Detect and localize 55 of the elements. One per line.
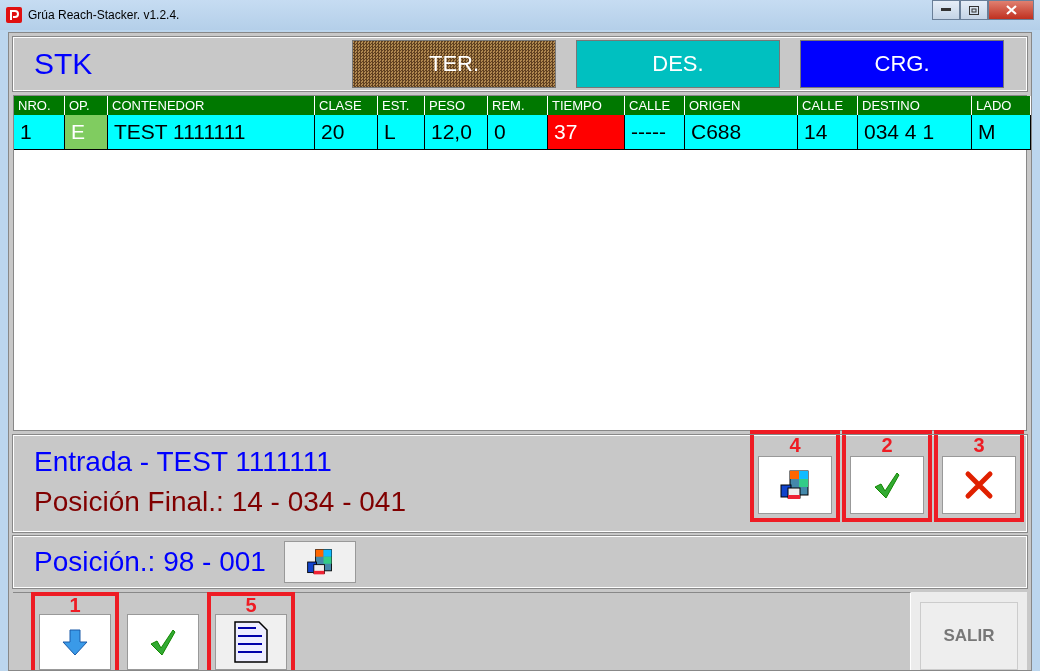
blocks-button[interactable] — [283, 541, 356, 583]
column-header: LADO — [972, 96, 1031, 115]
blocks-button[interactable] — [758, 456, 832, 514]
table-cell: ----- — [625, 115, 685, 150]
close-icon — [964, 470, 994, 500]
table-cell: 14 — [798, 115, 858, 150]
check-button[interactable] — [850, 456, 924, 514]
down-button[interactable] — [39, 614, 111, 670]
column-header: PESO — [425, 96, 488, 115]
minimize-icon — [941, 8, 951, 12]
header-label: STK — [34, 47, 93, 81]
callout-number: 2 — [881, 434, 893, 456]
table-cell: 12,0 — [425, 115, 488, 150]
column-header: TIEMPO — [548, 96, 625, 115]
cross-button[interactable] — [942, 456, 1016, 514]
maximize-icon — [969, 5, 979, 15]
cube-blocks-icon — [778, 468, 812, 502]
table-cell: E — [65, 115, 108, 150]
column-header: CALLE — [798, 96, 858, 115]
table-cell: TEST 1111111 — [108, 115, 315, 150]
column-header: ORIGEN — [685, 96, 798, 115]
table-cell: C688 — [685, 115, 798, 150]
window-title: Grúa Reach-Stacker. v1.2.4. — [28, 8, 180, 22]
binary-button[interactable] — [215, 614, 287, 670]
table-cell: 20 — [315, 115, 378, 150]
entry-text: Entrada - TEST 1111111 — [34, 446, 333, 478]
table-cell: 1 — [14, 115, 65, 150]
callout-number: 4 — [789, 434, 801, 456]
position-text: Posición.: 98 - 001 — [34, 546, 266, 578]
column-header: OP. — [65, 96, 108, 115]
table-cell: 37 — [548, 115, 625, 150]
column-header: CONTENEDOR — [108, 96, 315, 115]
column-header: CALLE — [625, 96, 685, 115]
close-button[interactable] — [988, 0, 1034, 20]
close-icon — [1005, 5, 1017, 15]
minimize-button[interactable] — [932, 0, 960, 20]
table-cell: 034 4 1 — [858, 115, 972, 150]
callout-number: 5 — [245, 596, 257, 614]
column-header: DESTINO — [858, 96, 972, 115]
exit-button[interactable]: SALIR — [920, 602, 1018, 670]
down-arrow-icon — [60, 627, 90, 657]
check-button[interactable] — [127, 614, 199, 670]
table-cell: M — [972, 115, 1031, 150]
callout-number: 1 — [69, 596, 81, 614]
maximize-button[interactable] — [960, 0, 988, 20]
callout-number: 3 — [973, 434, 985, 456]
table-cell: L — [378, 115, 425, 150]
mode-button[interactable]: CRG. — [800, 40, 1004, 88]
column-header: EST. — [378, 96, 425, 115]
app-icon — [6, 7, 22, 23]
column-header: REM. — [488, 96, 548, 115]
column-header: CLASE — [315, 96, 378, 115]
final-position-text: Posición Final.: 14 - 034 - 041 — [34, 486, 406, 518]
column-header: NRO. — [14, 96, 65, 115]
table-cell: 0 — [488, 115, 548, 150]
